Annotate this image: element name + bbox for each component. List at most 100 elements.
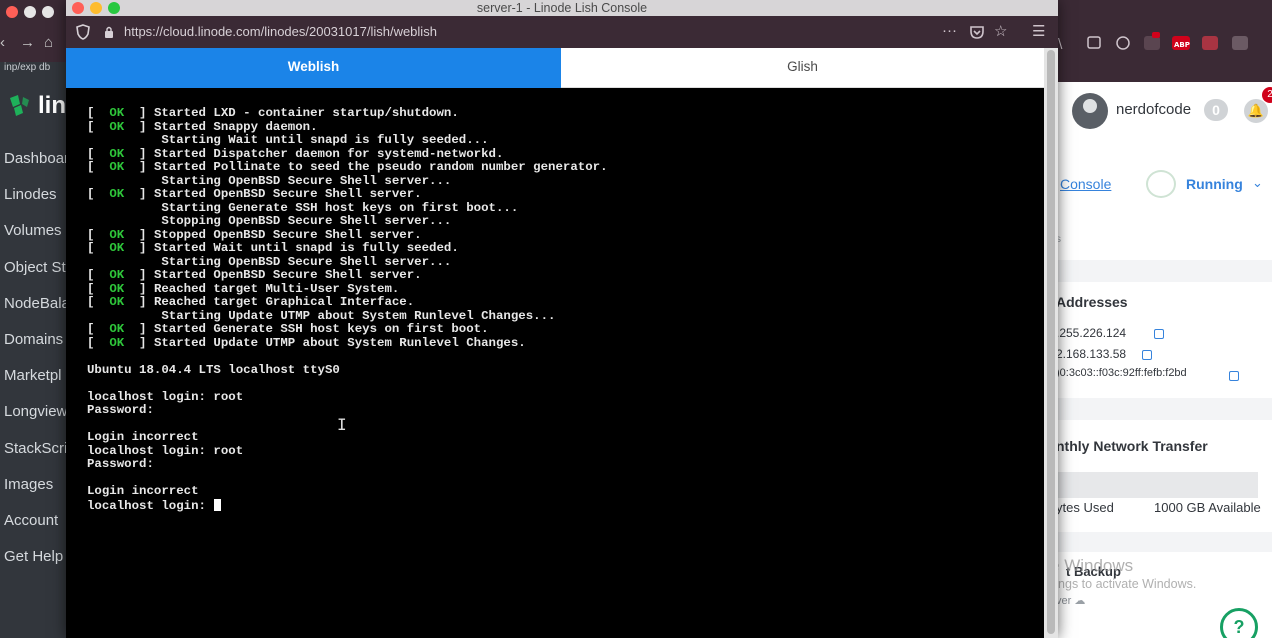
home-icon[interactable]: ⌂: [44, 34, 53, 51]
terminal-line-text: Started OpenBSD Secure Shell server.: [153, 187, 422, 201]
terminal-line-text: Starting Generate SSH host keys on first…: [161, 200, 519, 215]
sidebar-item[interactable]: Domains: [0, 329, 66, 365]
terminal-line-text: Started Dispatcher daemon for systemd-ne…: [153, 146, 504, 161]
terminal-line-text: Password:: [87, 457, 154, 471]
scrollbar[interactable]: [1044, 48, 1058, 638]
terminal-line-text: Started LXD - container startup/shutdown…: [153, 106, 459, 120]
linode-logo[interactable]: lin: [6, 92, 66, 122]
bell-icon[interactable]: 🔔: [1244, 99, 1268, 123]
ok-status: OK: [109, 268, 125, 282]
terminal-line-text: Reached target Multi-User System.: [153, 281, 400, 296]
terminal-line: [ OK ] Started Snappy daemon.: [87, 119, 318, 134]
terminal-line: Starting Generate SSH host keys on first…: [87, 200, 608, 216]
terminal-line: Ubuntu 18.04.4 LTS localhost ttyS0: [87, 363, 608, 378]
window-titlebar[interactable]: server-1 - Linode Lish Console: [66, 0, 1058, 16]
terminal-line: Starting OpenBSD Secure Shell server...: [87, 174, 608, 189]
ok-status: OK: [109, 187, 125, 201]
sidebar-item[interactable]: Object St: [0, 257, 66, 293]
terminal-line: [ OK ] Stopped OpenBSD Secure Shell serv…: [87, 227, 422, 242]
username[interactable]: nerdofcode: [1116, 101, 1191, 118]
ip-addresses-card: Addresses .255.226.124 2.168.133.58 )0:3…: [1056, 282, 1272, 398]
svg-text:ABP: ABP: [1174, 41, 1190, 49]
terminal-line-text: Started Pollinate to seed the pseudo ran…: [153, 160, 608, 174]
terminal-line-text: localhost login:: [87, 498, 214, 513]
terminal-line: localhost login: root: [87, 444, 608, 459]
terminal-line-text: Reached target Graphical Interface.: [153, 295, 415, 309]
terminal-line: [ OK ] Started Update UTMP about System …: [87, 335, 526, 350]
sidebar-item[interactable]: Get Help: [0, 546, 66, 582]
scroll-left-icon[interactable]: ‹: [0, 34, 5, 51]
linode-status-row: Console Running ⌄ s: [1056, 140, 1272, 260]
browser-nav: ‹ → ⌂: [0, 34, 66, 52]
terminal-line-text: Started Snappy daemon.: [153, 119, 318, 134]
terminal-line-text: Password:: [87, 403, 154, 417]
ipv4-private-address: 2.168.133.58: [1056, 347, 1127, 361]
sidebar-item[interactable]: Volumes: [0, 220, 66, 256]
extension-icons: \ ABP: [1058, 32, 1248, 52]
forward-arrow-icon[interactable]: →: [20, 34, 35, 51]
ok-status: OK: [109, 119, 125, 134]
scrollbar-thumb[interactable]: [1047, 50, 1055, 634]
tab-glish[interactable]: Glish: [561, 48, 1044, 88]
pocket-icon[interactable]: [970, 25, 984, 39]
terminal-line: [ OK ] Started OpenBSD Secure Shell serv…: [87, 268, 422, 282]
terminal-line: localhost login: root: [87, 390, 608, 405]
terminal-line: [ OK ] Started OpenBSD Secure Shell serv…: [87, 187, 422, 201]
sidebar-item[interactable]: Marketpl: [0, 365, 66, 401]
launch-console-link[interactable]: Console: [1060, 176, 1111, 192]
sidebar-item[interactable]: StackScri: [0, 438, 66, 474]
ok-status: OK: [109, 295, 125, 309]
terminal-line: [ OK ] Started Wait until snapd is fully…: [87, 241, 459, 255]
sidebar-item[interactable]: Images: [0, 474, 66, 510]
zoom-window-dot[interactable]: [42, 6, 54, 18]
network-used-label: ytes Used: [1056, 500, 1114, 515]
chevron-down-icon[interactable]: ⌄: [1252, 175, 1263, 191]
address-bar[interactable]: https://cloud.linode.com/linodes/2003101…: [66, 16, 1058, 48]
sidebar-item[interactable]: Account: [0, 510, 66, 546]
sidebar-item[interactable]: NodeBala: [0, 293, 66, 329]
sidebar-item[interactable]: Dashboar: [0, 148, 66, 184]
sidebar-item[interactable]: Linodes: [0, 184, 66, 220]
help-button[interactable]: ?: [1220, 608, 1258, 638]
ok-status: OK: [109, 281, 125, 296]
linode-logo-icon: [10, 95, 29, 116]
terminal-line: localhost login:: [87, 498, 608, 513]
terminal-line-text: Started OpenBSD Secure Shell server.: [153, 268, 422, 282]
bookmark-star-icon[interactable]: ☆: [994, 22, 1007, 40]
tab-weblish[interactable]: Weblish: [66, 48, 561, 88]
copy-icon[interactable]: [1142, 350, 1152, 360]
network-transfer-title: nthly Network Transfer: [1056, 438, 1208, 454]
terminal-line-text: Stopped OpenBSD Secure Shell server.: [153, 227, 422, 242]
user-avatar-icon[interactable]: [1072, 93, 1108, 129]
terminal-line-text: Started Generate SSH host keys on first …: [153, 322, 489, 336]
ok-status: OK: [109, 335, 125, 350]
ok-status: OK: [109, 160, 125, 174]
sidebar-item[interactable]: Longview: [0, 401, 66, 437]
network-usage-bar: [1056, 472, 1258, 498]
lock-icon[interactable]: [104, 26, 114, 38]
ok-status: OK: [109, 322, 125, 336]
terminal-cursor: [214, 498, 222, 511]
copy-icon[interactable]: [1229, 371, 1239, 381]
terminal-line-text: Login incorrect: [87, 430, 199, 444]
background-left-window: ‹ → ⌂ inp/exp db lin Dashboar Linodes Volu…: [0, 0, 66, 638]
more-actions-icon[interactable]: ···: [942, 22, 957, 39]
close-window-dot[interactable]: [6, 6, 18, 18]
terminal[interactable]: [ OK ] Started LXD - container startup/s…: [66, 88, 1044, 638]
ok-status: OK: [109, 241, 125, 255]
minimize-window-dot[interactable]: [24, 6, 36, 18]
menu-icon[interactable]: ☰: [1032, 22, 1045, 40]
copy-icon[interactable]: [1154, 329, 1164, 339]
network-transfer-card: nthly Network Transfer ytes Used 1000 GB…: [1056, 420, 1272, 532]
terminal-line-text: Started Update UTMP about System Runleve…: [153, 335, 526, 350]
text-cursor-icon: I: [337, 415, 347, 434]
count-badge[interactable]: 0: [1204, 99, 1228, 121]
backup-subtitle: ver ☁: [1056, 595, 1086, 607]
url-text[interactable]: https://cloud.linode.com/linodes/2003101…: [124, 24, 437, 39]
svg-text:\: \: [1058, 37, 1063, 52]
shield-icon[interactable]: [76, 24, 90, 40]
terminal-line: Starting Update UTMP about System Runlev…: [87, 309, 608, 324]
running-status[interactable]: Running: [1186, 176, 1243, 192]
